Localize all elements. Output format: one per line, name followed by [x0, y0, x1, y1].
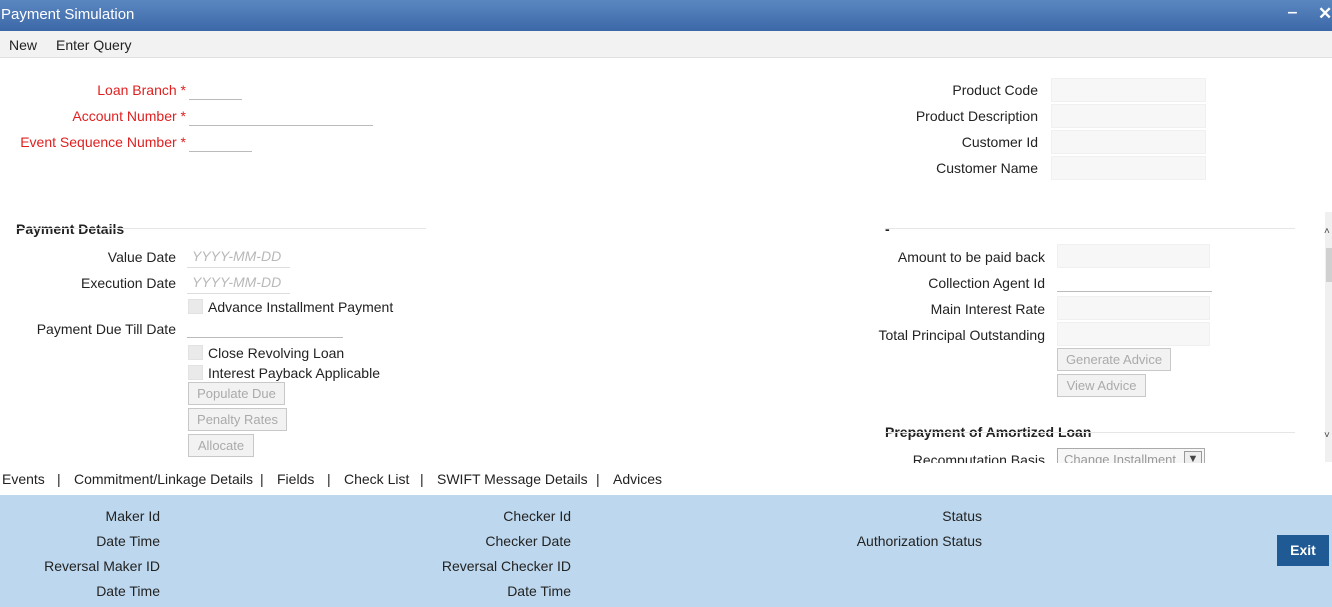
checker-date-label: Checker Date [485, 533, 571, 549]
reversal-checker-date-time-label: Date Time [507, 583, 571, 599]
interest-payback-applicable-label: Interest Payback Applicable [208, 365, 380, 381]
populate-due-button[interactable]: Populate Due [188, 382, 285, 405]
new-menu-item[interactable]: New [9, 37, 37, 53]
recomputation-basis-label: Recomputation Basis [912, 452, 1045, 463]
execution-date-input[interactable] [187, 270, 290, 294]
main-interest-rate-label: Main Interest Rate [930, 301, 1045, 317]
checker-id-label: Checker Id [503, 508, 571, 524]
view-advice-button[interactable]: View Advice [1057, 374, 1146, 397]
penalty-rates-button[interactable]: Penalty Rates [188, 408, 287, 431]
customer-id-label: Customer Id [961, 134, 1038, 150]
minimize-icon[interactable]: ‒ [1288, 4, 1297, 22]
tab-check-list[interactable]: Check List [344, 471, 409, 487]
scrollbar-thumb[interactable] [1326, 248, 1332, 282]
close-revolving-loan-label: Close Revolving Loan [208, 345, 345, 361]
tab-events[interactable]: Events [2, 471, 45, 487]
tab-separator: | [327, 471, 331, 487]
tab-fields[interactable]: Fields [277, 471, 314, 487]
vertical-scrollbar[interactable]: ˄ ˅ [1324, 212, 1332, 462]
reversal-maker-date-time-label: Date Time [96, 583, 160, 599]
close-icon[interactable]: ✕ [1318, 4, 1332, 24]
payment-due-till-date-label: Payment Due Till Date [36, 321, 176, 337]
enter-query-menu-item[interactable]: Enter Query [56, 37, 131, 53]
collection-agent-id-input[interactable] [1057, 270, 1212, 292]
main-interest-rate-field[interactable] [1057, 296, 1210, 320]
product-code-field[interactable] [1051, 78, 1206, 102]
recomputation-row-clip: Recomputation Basis Change Installment ▼ [0, 440, 1320, 463]
loan-branch-input[interactable] [189, 78, 242, 100]
maker-date-time-label: Date Time [96, 533, 160, 549]
interest-payback-applicable-checkbox[interactable] [188, 365, 203, 380]
reversal-checker-id-label: Reversal Checker ID [441, 558, 571, 574]
value-date-input[interactable] [187, 244, 290, 268]
customer-id-field[interactable] [1051, 130, 1206, 154]
product-description-label: Product Description [915, 108, 1038, 124]
window-title-bar: Payment Simulation ‒ ✕ [0, 0, 1332, 31]
customer-name-field[interactable] [1051, 156, 1206, 180]
generate-advice-button[interactable]: Generate Advice [1057, 348, 1171, 371]
maker-id-label: Maker Id [105, 508, 160, 524]
execution-date-label: Execution Date [81, 275, 176, 291]
tab-swift-message-details[interactable]: SWIFT Message Details [437, 471, 588, 487]
tab-separator: | [260, 471, 264, 487]
chevron-down-icon: ▼ [1184, 451, 1202, 463]
scroll-down-icon[interactable]: ˅ [1324, 430, 1330, 441]
section-divider [16, 228, 426, 229]
close-revolving-loan-checkbox[interactable] [188, 345, 203, 360]
section-divider [885, 432, 1295, 433]
product-description-field[interactable] [1051, 104, 1206, 128]
tab-advices[interactable]: Advices [613, 471, 662, 487]
tab-strip: Events | Commitment/Linkage Details | Fi… [0, 463, 1332, 495]
recomputation-basis-value: Change Installment [1064, 452, 1177, 463]
customer-name-label: Customer Name [936, 160, 1038, 176]
tab-separator: | [596, 471, 600, 487]
advance-installment-payment-checkbox[interactable] [188, 299, 203, 314]
total-principal-outstanding-label: Total Principal Outstanding [878, 327, 1045, 343]
exit-button[interactable]: Exit [1277, 535, 1329, 566]
status-label: Status [942, 508, 982, 524]
reversal-maker-id-label: Reversal Maker ID [44, 558, 160, 574]
value-date-label: Value Date [107, 249, 176, 265]
section-divider [885, 228, 1295, 229]
menu-bar: New Enter Query [0, 31, 1332, 58]
payment-due-till-date-input[interactable] [187, 316, 343, 338]
collection-agent-id-label: Collection Agent Id [928, 275, 1045, 291]
authorization-status-label: Authorization Status [856, 533, 982, 549]
account-number-label: Account Number * [72, 108, 186, 124]
account-number-input[interactable] [189, 104, 373, 126]
event-sequence-number-input[interactable] [189, 130, 252, 152]
product-code-label: Product Code [952, 82, 1038, 98]
scroll-up-icon[interactable]: ˄ [1324, 226, 1330, 237]
event-sequence-number-label: Event Sequence Number * [20, 134, 186, 150]
advance-installment-payment-label: Advance Installment Payment [208, 299, 394, 315]
payment-details-title: Payment Details [16, 221, 125, 237]
loan-branch-label: Loan Branch * [97, 82, 186, 98]
audit-footer: Maker Id Date Time Reversal Maker ID Dat… [0, 495, 1332, 607]
right-panel-title: - [885, 221, 890, 237]
tab-commitment-linkage-details[interactable]: Commitment/Linkage Details [74, 471, 253, 487]
amount-to-be-paid-back-field[interactable] [1057, 244, 1210, 268]
tab-separator: | [420, 471, 424, 487]
amount-to-be-paid-back-label: Amount to be paid back [897, 249, 1045, 265]
recomputation-basis-select[interactable]: Change Installment ▼ [1057, 448, 1205, 463]
window-title: Payment Simulation [1, 6, 135, 23]
total-principal-outstanding-field[interactable] [1057, 322, 1210, 346]
tab-separator: | [57, 471, 61, 487]
